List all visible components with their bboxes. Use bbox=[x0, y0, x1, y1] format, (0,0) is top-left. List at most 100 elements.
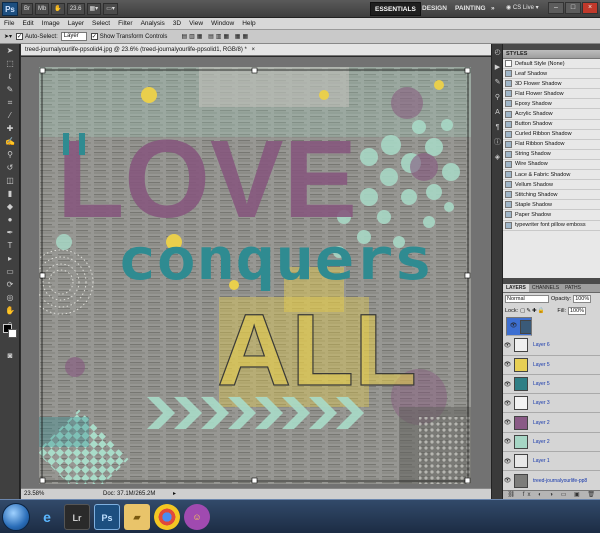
cs-live-menu[interactable]: ◉ CS Live ▾ bbox=[506, 4, 539, 11]
styles-panel-title[interactable]: STYLES bbox=[503, 50, 600, 59]
info-panel-icon[interactable]: ⓘ bbox=[493, 138, 502, 147]
move-tool-preset-picker[interactable]: ➤▾ bbox=[4, 33, 12, 40]
lock-icons[interactable]: ▢✎✚🔒 bbox=[520, 308, 545, 314]
layer-visibility-eye-icon[interactable]: 👁 bbox=[503, 381, 512, 388]
marquee-tool-icon[interactable]: ⬚ bbox=[2, 58, 18, 70]
transform-controls-checkbox[interactable]: ✓ bbox=[90, 33, 98, 40]
layer-thumbnail[interactable] bbox=[514, 473, 528, 488]
hand-tool-button[interactable]: ✋ bbox=[51, 2, 65, 15]
clone-stamp-tool-icon[interactable]: ⚲ bbox=[2, 149, 18, 161]
layer-visibility-eye-icon[interactable]: 👁 bbox=[509, 323, 518, 330]
style-item[interactable]: Wire Shadow bbox=[503, 160, 600, 171]
clone-source-panel-icon[interactable]: ⚲ bbox=[493, 93, 502, 102]
mini-bridge-button[interactable]: Mb bbox=[35, 2, 50, 15]
file-explorer-icon[interactable]: ▰ bbox=[124, 504, 150, 530]
workspace-more-button[interactable]: » bbox=[487, 2, 499, 16]
layer-visibility-eye-icon[interactable]: 👁 bbox=[503, 477, 512, 484]
layer-row[interactable]: 👁treed-journalyourlife bbox=[506, 317, 532, 337]
tab-channels[interactable]: CHANNELS bbox=[529, 284, 562, 292]
style-item[interactable]: Stitching Shadow bbox=[503, 190, 600, 201]
menu-image[interactable]: Image bbox=[38, 20, 64, 27]
tab-paths[interactable]: PATHS bbox=[562, 284, 584, 292]
style-item[interactable]: Vellum Shadow bbox=[503, 180, 600, 191]
blend-mode-select[interactable]: Normal bbox=[505, 295, 549, 303]
start-button-icon[interactable] bbox=[2, 503, 30, 531]
workspace-painting[interactable]: PAINTING bbox=[451, 2, 490, 16]
close-icon[interactable]: × bbox=[582, 2, 598, 14]
path-selection-tool-icon[interactable]: ▸ bbox=[2, 253, 18, 265]
layers-panel-footer-icons[interactable]: ⛓ fx ◐ ◑ ▭ ▣ 🗑 bbox=[503, 490, 600, 499]
menu-edit[interactable]: Edit bbox=[18, 20, 37, 27]
auto-select-dropdown[interactable]: Layer bbox=[60, 32, 87, 41]
minimize-icon[interactable]: – bbox=[548, 2, 564, 14]
menu-select[interactable]: Select bbox=[88, 20, 114, 27]
layer-row[interactable]: 👁 Layer 1 bbox=[503, 452, 600, 472]
style-item[interactable]: typewriter font pillow emboss bbox=[503, 221, 600, 231]
menu-help[interactable]: Help bbox=[238, 20, 259, 27]
lasso-tool-icon[interactable]: ℓ bbox=[2, 71, 18, 83]
quick-mask-icon[interactable]: ◙ bbox=[2, 350, 18, 362]
layer-thumbnail[interactable] bbox=[514, 377, 528, 392]
character-panel-icon[interactable]: A bbox=[493, 108, 502, 117]
style-item[interactable]: Default Style (None) bbox=[503, 59, 600, 70]
style-item[interactable]: Flat Flower Shadow bbox=[503, 89, 600, 100]
layer-visibility-eye-icon[interactable]: 👁 bbox=[503, 438, 512, 445]
style-item[interactable]: Flat Ribbon Shadow bbox=[503, 140, 600, 150]
layer-thumbnail[interactable] bbox=[514, 434, 528, 449]
layer-thumbnail[interactable] bbox=[514, 396, 528, 411]
paragraph-panel-icon[interactable]: ¶ bbox=[493, 123, 502, 132]
shape-tool-icon[interactable]: ▭ bbox=[2, 266, 18, 278]
layer-visibility-eye-icon[interactable]: 👁 bbox=[503, 458, 512, 465]
brush-tool-icon[interactable]: ✍ bbox=[2, 136, 18, 148]
auto-select-checkbox[interactable]: ✓ bbox=[16, 33, 24, 40]
align-buttons[interactable]: ▤▥▦ ▤▥▦ ▦▦ bbox=[181, 33, 250, 40]
zoom-level-select[interactable]: 23.6 bbox=[66, 2, 85, 15]
healing-brush-tool-icon[interactable]: ✚ bbox=[2, 123, 18, 135]
layer-row[interactable]: 👁 treed-journalyourlife-pp8 bbox=[503, 471, 600, 491]
gradient-tool-icon[interactable]: ▮ bbox=[2, 188, 18, 200]
image-canvas[interactable]: LOVE conquers ALL bbox=[39, 67, 471, 484]
style-item[interactable]: Lace & Fabric Shadow bbox=[503, 170, 600, 181]
tab-layers[interactable]: LAYERS bbox=[503, 284, 529, 292]
layer-visibility-eye-icon[interactable]: 👁 bbox=[503, 400, 512, 407]
layer-row[interactable]: 👁 Layer 5 bbox=[503, 375, 600, 395]
style-item[interactable]: Curled Ribbon Shadow bbox=[503, 130, 600, 140]
layer-thumbnail[interactable] bbox=[520, 319, 531, 334]
layer-row[interactable]: 👁 Layer 6 bbox=[503, 336, 600, 356]
eraser-tool-icon[interactable]: ◫ bbox=[2, 175, 18, 187]
quick-select-tool-icon[interactable]: ✎ bbox=[2, 84, 18, 96]
close-document-icon[interactable]: × bbox=[252, 47, 256, 53]
menu-filter[interactable]: Filter bbox=[114, 20, 136, 27]
eyedropper-tool-icon[interactable]: ⁄ bbox=[2, 110, 18, 122]
menu-window[interactable]: Window bbox=[207, 20, 238, 27]
transform-controls-option[interactable]: ✓ Show Transform Controls bbox=[90, 33, 167, 40]
opacity-input[interactable]: 100% bbox=[573, 295, 592, 303]
layer-visibility-eye-icon[interactable]: 👁 bbox=[503, 419, 512, 426]
auto-select-option[interactable]: ✓ Auto-Select: Layer bbox=[16, 32, 87, 41]
layer-row[interactable]: 👁 Layer 2 bbox=[503, 433, 600, 453]
style-item[interactable]: String Shadow bbox=[503, 150, 600, 160]
menu-view[interactable]: View bbox=[185, 20, 207, 27]
layer-thumbnail[interactable] bbox=[514, 454, 528, 469]
style-item[interactable]: 3D Flower Shadow bbox=[503, 79, 600, 90]
maximize-icon[interactable]: □ bbox=[565, 2, 581, 14]
navigator-panel-icon[interactable]: ◈ bbox=[493, 153, 502, 162]
history-brush-tool-icon[interactable]: ↺ bbox=[2, 162, 18, 174]
move-tool-icon[interactable]: ➤ bbox=[2, 45, 18, 57]
chrome-icon[interactable] bbox=[154, 504, 180, 530]
layer-visibility-eye-icon[interactable]: 👁 bbox=[503, 361, 512, 368]
hand-tool-icon[interactable]: ✋ bbox=[2, 305, 18, 317]
blur-tool-icon[interactable]: ◆ bbox=[2, 201, 18, 213]
crop-tool-icon[interactable]: ⌗ bbox=[2, 97, 18, 109]
layer-row[interactable]: 👁 Layer 5 bbox=[503, 356, 600, 375]
style-item[interactable]: Staple Shadow bbox=[503, 200, 600, 211]
document-tab[interactable]: treed-journalyourlife-ppsolid4.jpg @ 23.… bbox=[21, 44, 491, 56]
dodge-tool-icon[interactable]: ● bbox=[2, 214, 18, 226]
bridge-button[interactable]: Br bbox=[21, 2, 33, 15]
app-icon[interactable]: ☺ bbox=[184, 504, 210, 530]
workspace-design[interactable]: DESIGN bbox=[418, 2, 451, 16]
screen-mode-button[interactable]: ▭▾ bbox=[103, 2, 118, 15]
lightroom-icon[interactable]: Lr bbox=[64, 504, 90, 530]
menu-3d[interactable]: 3D bbox=[169, 20, 185, 27]
pen-tool-icon[interactable]: ✒ bbox=[2, 227, 18, 239]
